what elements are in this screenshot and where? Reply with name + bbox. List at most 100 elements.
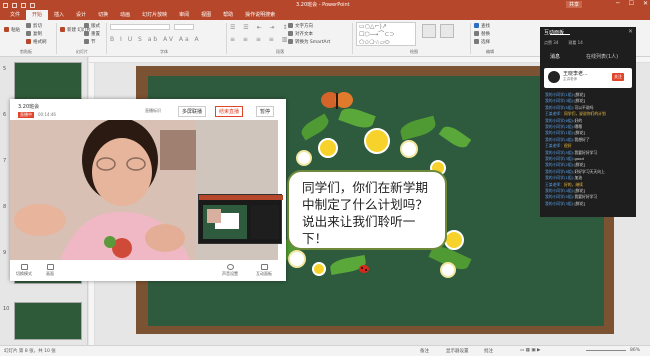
switch-mode-button[interactable]: 切换模式 xyxy=(12,264,36,277)
arrange-button[interactable] xyxy=(422,24,436,38)
multi-screen-button[interactable]: 多屏联播 xyxy=(178,106,207,117)
copy-button[interactable]: 复制 xyxy=(26,30,42,37)
paragraph-group-label: 段落 xyxy=(276,49,284,54)
font-size-box[interactable] xyxy=(174,24,194,30)
message-text: [鲜花] xyxy=(574,92,586,97)
find-button[interactable]: 查找 xyxy=(474,22,490,29)
close-icon[interactable]: ✕ xyxy=(643,0,648,7)
zoom-slider[interactable] xyxy=(586,350,626,351)
copy-icon xyxy=(26,31,31,36)
slide-thumbnail[interactable] xyxy=(14,62,82,100)
view-buttons[interactable]: ▭ ▦ ▣ ▶ xyxy=(520,348,541,353)
share-button[interactable]: 共享 xyxy=(566,1,583,8)
replace-button[interactable]: 替换 xyxy=(474,30,490,37)
quick-styles-button[interactable] xyxy=(440,24,454,38)
message-user: 我的小同学(2组): xyxy=(545,162,575,168)
slideshow-icon[interactable] xyxy=(30,2,35,8)
tab-messages[interactable]: 消息 xyxy=(550,53,560,60)
tell-me-search[interactable]: 操作说明搜索 xyxy=(239,10,281,20)
paste-button[interactable]: 粘贴 xyxy=(4,26,20,33)
layout-button[interactable]: 版式 xyxy=(84,22,100,29)
reset-button[interactable]: 重置 xyxy=(84,30,100,37)
smartart-label: 转换为 SmartArt xyxy=(295,39,331,45)
tab-slideshow[interactable]: 幻灯片放映 xyxy=(136,10,173,20)
thumbnail-number: 6 xyxy=(3,112,7,118)
tab-file[interactable]: 文件 xyxy=(4,10,26,20)
chat-message: 我的小同学(2组):[鲜花] xyxy=(545,162,585,167)
thumbnail-number: 8 xyxy=(3,204,7,210)
zoom-level[interactable]: 86% xyxy=(630,348,640,353)
quick-access-toolbar xyxy=(3,1,35,9)
editing-group-label: 编辑 xyxy=(486,49,494,54)
pause-button[interactable]: 暂停 xyxy=(256,106,275,117)
chat-message: 我的小同学(1组):加油 xyxy=(545,175,582,180)
chat-message: 我的小同学(5组):可以不说吗 xyxy=(545,105,593,110)
screen-preview-thumbnail[interactable] xyxy=(198,194,283,244)
avatar xyxy=(548,71,560,83)
copy-label: 复制 xyxy=(33,31,42,37)
shapes-gallery[interactable]: ▭○△⌐⟩↗ ☐⬡⟶⌒⊂⊃ ⬠✩❍☆▱⬭ xyxy=(356,22,416,46)
font-format-buttons[interactable]: B I U S ab AV Aa A xyxy=(110,36,201,43)
tab-help[interactable]: 帮助 xyxy=(217,10,239,20)
message-text: 好的 xyxy=(574,117,583,123)
chat-message: 我的小同学(6组):好好学习天天向上 xyxy=(545,169,605,174)
select-button[interactable]: 选择 xyxy=(474,38,490,45)
message-user: 王某老师： xyxy=(545,143,564,149)
tab-transitions[interactable]: 切换 xyxy=(92,10,114,20)
thumbnail-number: 5 xyxy=(3,66,7,72)
undo-icon[interactable] xyxy=(12,2,17,8)
interaction-panel-label: 互动面板 xyxy=(256,271,272,276)
slide-thumbnail[interactable] xyxy=(14,302,82,340)
minimize-icon[interactable]: ─ xyxy=(616,0,620,7)
list-buttons[interactable]: ☰ ☰ ⇤ ⇥ ↕ xyxy=(230,24,290,31)
section-button[interactable]: 节 xyxy=(84,38,96,45)
find-label: 查找 xyxy=(481,23,490,29)
picture-button[interactable]: 画面 xyxy=(38,264,62,277)
follow-button[interactable]: 关注 xyxy=(612,73,624,81)
end-live-button[interactable]: 结束直播 xyxy=(215,106,244,117)
title-bar: 3.20班会 - PowerPoint 共享 ─ ☐ ✕ xyxy=(0,0,650,10)
redo-icon[interactable] xyxy=(21,2,26,8)
live-timer: 00:14:46 xyxy=(38,112,56,117)
audio-settings-label: 声音设置 xyxy=(222,271,238,276)
thumbnail-number: 7 xyxy=(3,158,7,164)
smartart-button[interactable]: 转换为 SmartArt xyxy=(288,38,330,45)
audio-settings-button[interactable]: 声音设置 xyxy=(218,264,242,277)
editing-group: 查找 替换 选择 xyxy=(474,22,514,48)
align-text-button[interactable]: 对齐文本 xyxy=(288,30,313,37)
chat-icon xyxy=(260,264,268,270)
notes-button[interactable]: 备注 xyxy=(420,348,429,354)
close-icon[interactable]: ✕ xyxy=(628,28,633,35)
cut-button[interactable]: 剪切 xyxy=(26,22,42,29)
tab-review[interactable]: 审阅 xyxy=(173,10,195,20)
status-bar: 幻灯片 第 8 张，共 10 张 备注 显示器设置 批注 ▭ ▦ ▣ ▶ 86% xyxy=(0,345,650,356)
new-slide-icon xyxy=(60,27,65,32)
text-direction-button[interactable]: 文字方向 xyxy=(288,22,313,29)
tab-view[interactable]: 视图 xyxy=(195,10,217,20)
align-buttons[interactable]: ≡ ≡ ≡ ≡ ▥ xyxy=(230,36,290,43)
message-text: [鲜花] xyxy=(574,188,586,193)
divider xyxy=(106,23,107,54)
tab-insert[interactable]: 插入 xyxy=(48,10,70,20)
live-bottom-toolbar: 切换模式 画面 声音设置 互动面板 xyxy=(10,260,286,281)
tab-online-list[interactable]: 在线列表(1人) xyxy=(586,53,618,60)
replace-icon xyxy=(474,31,479,36)
tab-design[interactable]: 设计 xyxy=(70,10,92,20)
thumbnail-number: 9 xyxy=(3,250,7,256)
tab-home[interactable]: 开始 xyxy=(26,10,49,20)
message-user: 我的小同学(6组): xyxy=(545,168,575,174)
interaction-panel-button[interactable]: 互动面板 xyxy=(252,264,276,277)
chat-message: 我的小同学(6组):好的 xyxy=(545,118,582,123)
comments-button[interactable]: 批注 xyxy=(484,348,493,354)
font-name-box[interactable] xyxy=(110,24,170,30)
maximize-icon[interactable]: ☐ xyxy=(629,0,634,7)
display-settings-button[interactable]: 显示器设置 xyxy=(446,348,469,354)
slide-text[interactable]: 同学们，你们在新学期中制定了什么计划吗？说出来让我们聆听一下！ xyxy=(302,179,440,247)
format-painter-button[interactable]: 格式刷 xyxy=(26,38,47,45)
tab-animations[interactable]: 动画 xyxy=(114,10,136,20)
chat-message: 我的小同学(5组):我要好好学习 xyxy=(545,194,597,199)
reset-icon xyxy=(84,31,89,36)
brush-icon xyxy=(26,39,31,44)
chat-message: 我的小同学(3组):[鲜花] xyxy=(545,201,585,206)
save-icon[interactable] xyxy=(3,2,8,8)
